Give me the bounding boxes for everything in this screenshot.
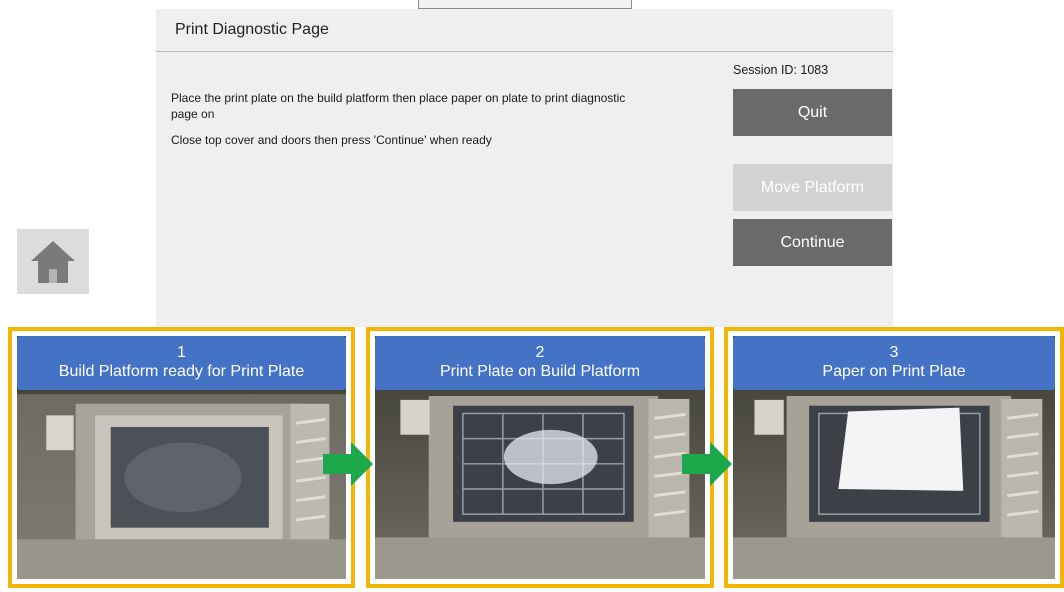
dialog-title: Print Diagnostic Page (175, 21, 329, 38)
home-button[interactable] (17, 229, 89, 294)
step-number: 2 (535, 344, 545, 361)
step-banner: 2 Print Plate on Build Platform (375, 336, 705, 390)
move-platform-button[interactable]: Move Platform (733, 164, 892, 211)
step-card-1: 1 Build Platform ready for Print Plate (8, 327, 355, 588)
quit-button[interactable]: Quit (733, 89, 892, 136)
step-label: Build Platform ready for Print Plate (58, 363, 305, 380)
step-number: 3 (889, 344, 899, 361)
step-label: Print Plate on Build Platform (439, 363, 641, 380)
step-banner: 3 Paper on Print Plate (733, 336, 1055, 390)
dialog-header: Print Diagnostic Page (156, 9, 893, 52)
continue-button[interactable]: Continue (733, 219, 892, 266)
step-card-2: 2 Print Plate on Build Platform (366, 327, 714, 588)
session-id: Session ID: 1083 (733, 63, 829, 77)
next-step-arrow-icon (323, 442, 373, 486)
instruction-text: Place the print plate on the build platf… (171, 91, 626, 121)
home-icon (31, 241, 75, 283)
step-card-3: 3 Paper on Print Plate (724, 327, 1064, 588)
instruction-text: Close top cover and doors then press 'Co… (171, 133, 492, 147)
step-label: Paper on Print Plate (822, 363, 966, 380)
next-step-arrow-icon (682, 442, 732, 486)
step-banner: 1 Build Platform ready for Print Plate (17, 336, 346, 390)
diagnostic-dialog: Print Diagnostic Page Session ID: 1083 P… (156, 9, 893, 327)
instructions: Place the print plate on the build platf… (171, 90, 641, 158)
top-tab-stub (418, 0, 632, 9)
step-number: 1 (177, 344, 186, 361)
